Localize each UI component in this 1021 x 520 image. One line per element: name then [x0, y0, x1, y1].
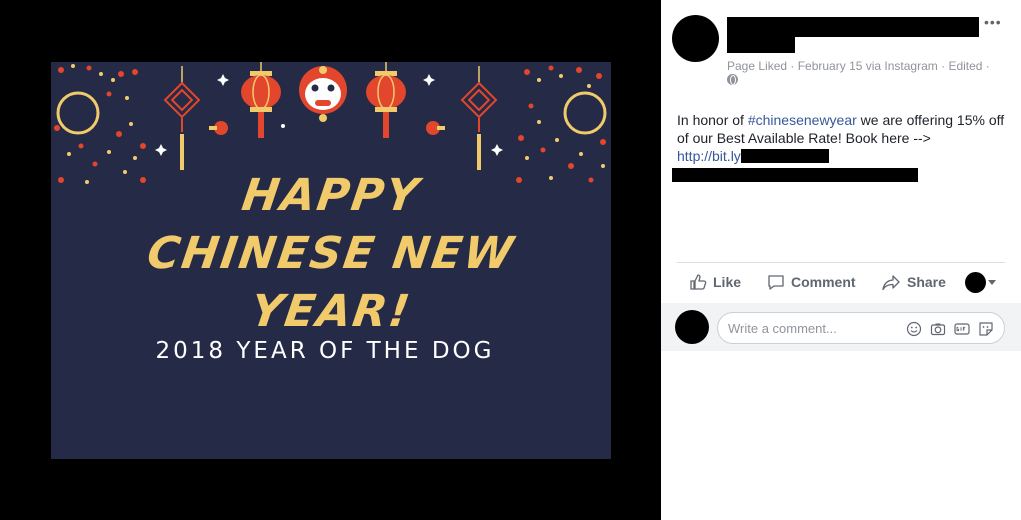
photo-subtitle: 2018 YEAR OF THE DOG — [155, 338, 495, 364]
chinese-knot-right — [460, 66, 498, 170]
post-photo[interactable]: HAPPY CHINESE NEW YEAR! 2018 YEAR OF THE… — [51, 62, 611, 459]
post-text-prefix: In honor of — [677, 112, 748, 128]
share-label: Share — [907, 274, 946, 290]
post-text: In honor of #chinesenewyear we are offer… — [677, 111, 1007, 165]
redacted-link-path — [740, 149, 829, 163]
comment-icon — [768, 275, 784, 290]
post-meta: Page Liked · February 15 via Instagram ·… — [727, 59, 990, 73]
caret-down-icon — [988, 280, 996, 285]
photo-title-line-2: CHINESE NEW — [144, 228, 519, 279]
lantern-right — [366, 62, 406, 138]
redacted-page-name — [727, 17, 979, 37]
short-link[interactable]: http://bit.ly — [677, 148, 741, 164]
post-side-panel: ••• Page Liked · February 15 via Instagr… — [661, 0, 1021, 520]
redacted-page-name-continued — [727, 37, 795, 53]
photo-title-line-3: YEAR! — [247, 286, 415, 337]
more-icon: ••• — [984, 14, 1002, 30]
like-icon — [690, 274, 707, 290]
photo-title-line-1: HAPPY — [238, 170, 424, 221]
redacted-text-line — [672, 168, 918, 182]
commenter-avatar — [675, 310, 709, 344]
page-avatar[interactable] — [672, 15, 719, 62]
audience-selector[interactable] — [965, 272, 996, 293]
share-button[interactable]: Share — [881, 273, 946, 291]
sticker-icon[interactable] — [978, 321, 994, 337]
photo-viewer: HAPPY CHINESE NEW YEAR! 2018 YEAR OF THE… — [0, 0, 661, 520]
comment-button[interactable]: Comment — [767, 273, 856, 291]
comment-input[interactable] — [728, 321, 898, 336]
camera-icon[interactable] — [930, 321, 946, 337]
lantern-left — [241, 62, 281, 138]
emoji-icon[interactable] — [906, 321, 922, 337]
like-button[interactable]: Like — [689, 273, 741, 291]
gif-icon[interactable] — [954, 321, 970, 337]
comment-label: Comment — [791, 274, 856, 290]
share-icon — [882, 275, 900, 291]
comment-composer — [661, 303, 1021, 351]
audience-avatar — [965, 272, 986, 293]
chinese-knot-left — [163, 66, 201, 170]
lion-dance-head — [299, 66, 347, 122]
more-options-button[interactable]: ••• — [984, 14, 1002, 30]
globe-icon[interactable] — [727, 74, 738, 85]
like-label: Like — [713, 274, 742, 290]
hashtag-link[interactable]: #chinesenewyear — [748, 112, 857, 128]
comment-box[interactable] — [717, 312, 1005, 344]
actions-divider — [677, 262, 1005, 263]
